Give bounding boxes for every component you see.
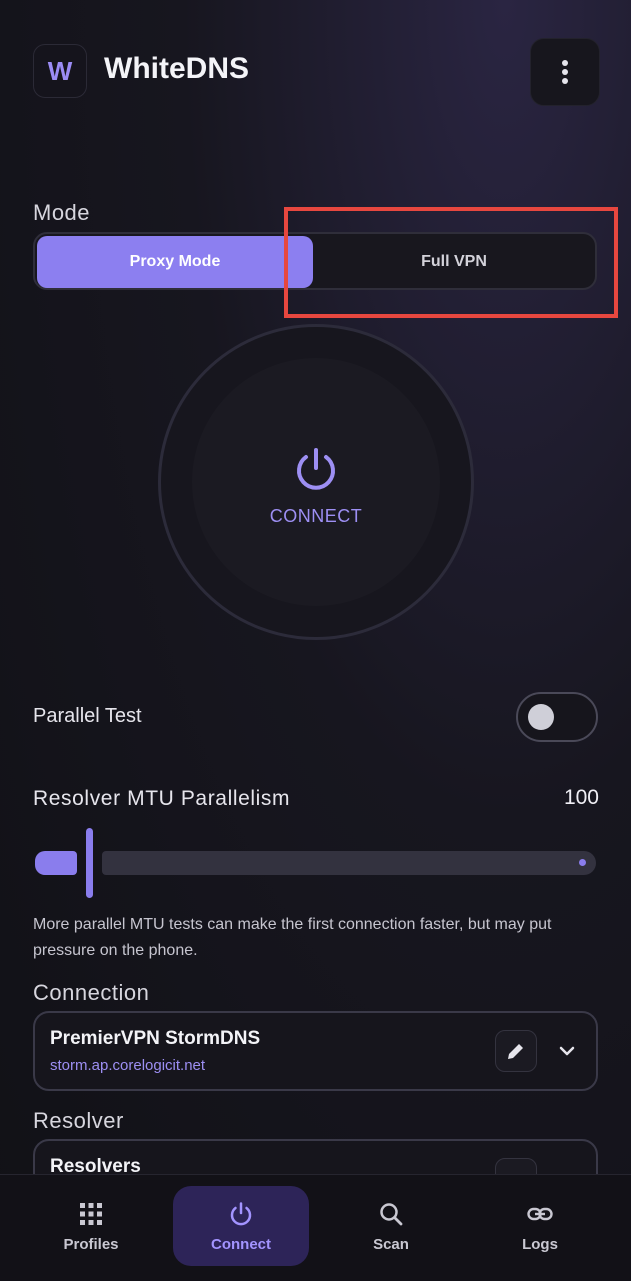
parallel-test-label: Parallel Test <box>33 705 142 727</box>
nav-label: Connect <box>211 1235 271 1253</box>
nav-scan[interactable]: Scan <box>323 1186 459 1266</box>
grid-icon <box>80 1202 102 1225</box>
mtu-slider-fill <box>35 851 77 875</box>
highlight-box <box>284 207 618 318</box>
mode-label: Mode <box>33 200 91 225</box>
connection-host: storm.ap.corelogicit.net <box>50 1057 206 1074</box>
chevron-down-icon[interactable] <box>556 1040 578 1062</box>
slider-end-dot <box>579 859 586 866</box>
nav-label: Scan <box>373 1235 409 1253</box>
nav-connect[interactable]: Connect <box>173 1186 309 1266</box>
search-icon <box>380 1202 403 1225</box>
pencil-icon <box>508 1044 523 1059</box>
more-vertical-icon <box>562 60 568 84</box>
connect-label: CONNECT <box>269 506 363 526</box>
connection-name: PremierVPN StormDNS <box>50 1028 261 1049</box>
mtu-slider-thumb[interactable] <box>86 828 93 898</box>
mtu-slider-track[interactable] <box>102 851 596 875</box>
mtu-parallelism-label: Resolver MTU Parallelism <box>33 787 291 810</box>
app-title: WhiteDNS <box>104 52 249 85</box>
app-logo: W <box>33 44 87 98</box>
overflow-menu-button[interactable] <box>530 38 600 106</box>
nav-label: Logs <box>522 1235 558 1253</box>
logo-letter: W <box>47 55 73 86</box>
mtu-help-text: More parallel MTU tests can make the fir… <box>33 916 552 959</box>
toggle-knob <box>528 704 554 730</box>
power-icon <box>297 448 335 490</box>
proxy-mode-option[interactable]: Proxy Mode <box>37 236 313 288</box>
edit-connection-button[interactable] <box>495 1030 537 1072</box>
mtu-parallelism-value: 100 <box>563 786 599 809</box>
connection-label: Connection <box>33 980 150 1005</box>
link-icon <box>527 1207 553 1220</box>
power-icon <box>230 1201 252 1225</box>
nav-profiles[interactable]: Profiles <box>23 1186 159 1266</box>
nav-label: Profiles <box>63 1235 119 1253</box>
resolver-label: Resolver <box>33 1108 124 1133</box>
nav-logs[interactable]: Logs <box>472 1186 608 1266</box>
